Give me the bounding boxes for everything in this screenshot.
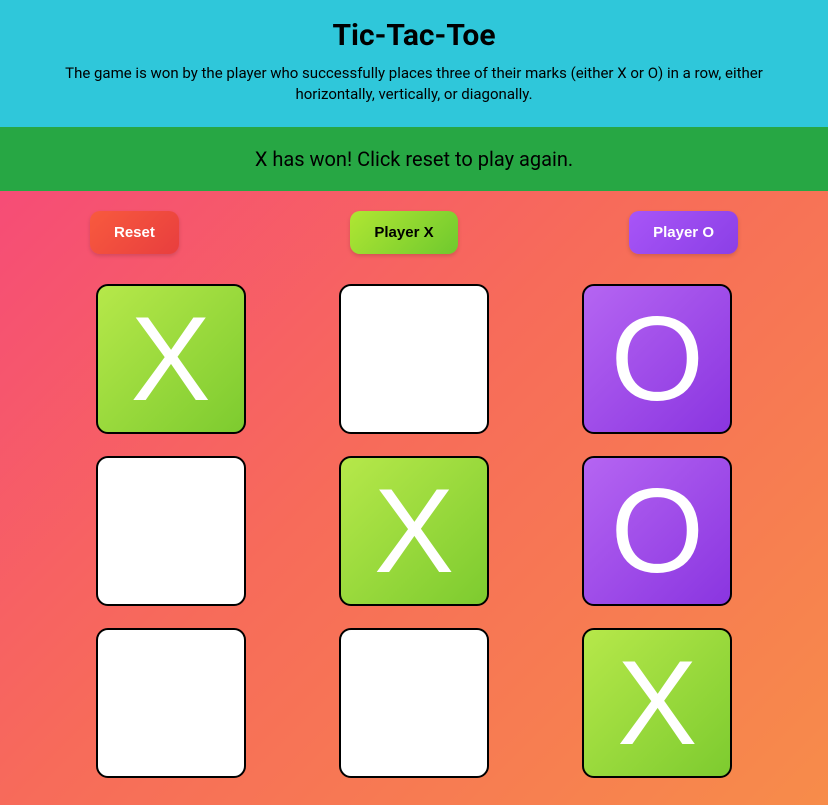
mark-icon: O	[611, 299, 704, 419]
page-subtitle: The game is won by the player who succes…	[54, 63, 774, 105]
game-board: X O X O X	[60, 284, 768, 778]
cell-1[interactable]	[339, 284, 489, 434]
cell-6[interactable]	[96, 628, 246, 778]
player-x-button[interactable]: Player X	[350, 211, 457, 254]
game-area: Reset Player X Player O X O X O X	[0, 191, 828, 778]
mark-icon: X	[131, 299, 211, 419]
mark-icon: X	[374, 471, 454, 591]
mark-icon: X	[617, 643, 697, 763]
mark-icon: O	[611, 471, 704, 591]
cell-8[interactable]: X	[582, 628, 732, 778]
cell-4[interactable]: X	[339, 456, 489, 606]
player-o-button[interactable]: Player O	[629, 211, 738, 254]
cell-2[interactable]: O	[582, 284, 732, 434]
cell-5[interactable]: O	[582, 456, 732, 606]
header: Tic-Tac-Toe The game is won by the playe…	[0, 0, 828, 127]
cell-3[interactable]	[96, 456, 246, 606]
cell-7[interactable]	[339, 628, 489, 778]
status-message: X has won! Click reset to play again.	[0, 147, 828, 171]
controls-row: Reset Player X Player O	[60, 211, 768, 254]
page-title: Tic-Tac-Toe	[40, 18, 788, 53]
cell-0[interactable]: X	[96, 284, 246, 434]
reset-button[interactable]: Reset	[90, 211, 179, 254]
status-bar: X has won! Click reset to play again.	[0, 127, 828, 191]
